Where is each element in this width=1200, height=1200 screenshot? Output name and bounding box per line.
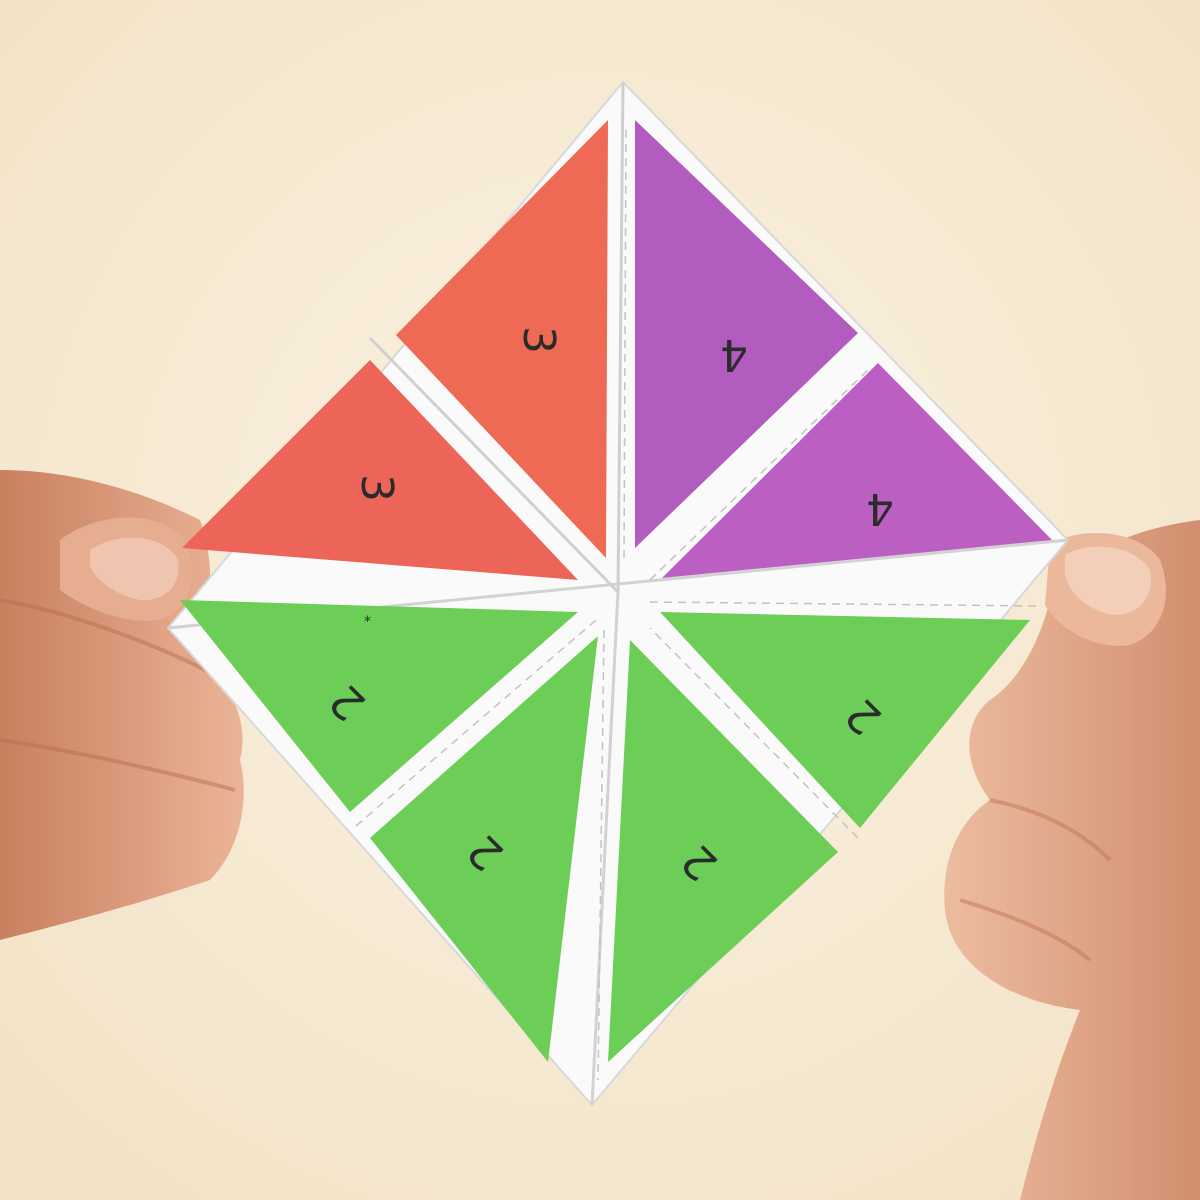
flap-label-top-right-lower: 4 bbox=[866, 483, 894, 534]
flap-label-top-left-upper: 3 bbox=[513, 326, 564, 354]
flap-label-top-left-lower: 3 bbox=[351, 474, 402, 502]
photo-scene: * 3 3 4 4 2 2 2 2 bbox=[0, 0, 1200, 1200]
flap-label-top-right-upper: 4 bbox=[720, 329, 748, 380]
fortune-teller-photo: * 3 3 4 4 2 2 2 2 bbox=[0, 0, 1200, 1200]
printed-mark: * bbox=[364, 614, 371, 630]
